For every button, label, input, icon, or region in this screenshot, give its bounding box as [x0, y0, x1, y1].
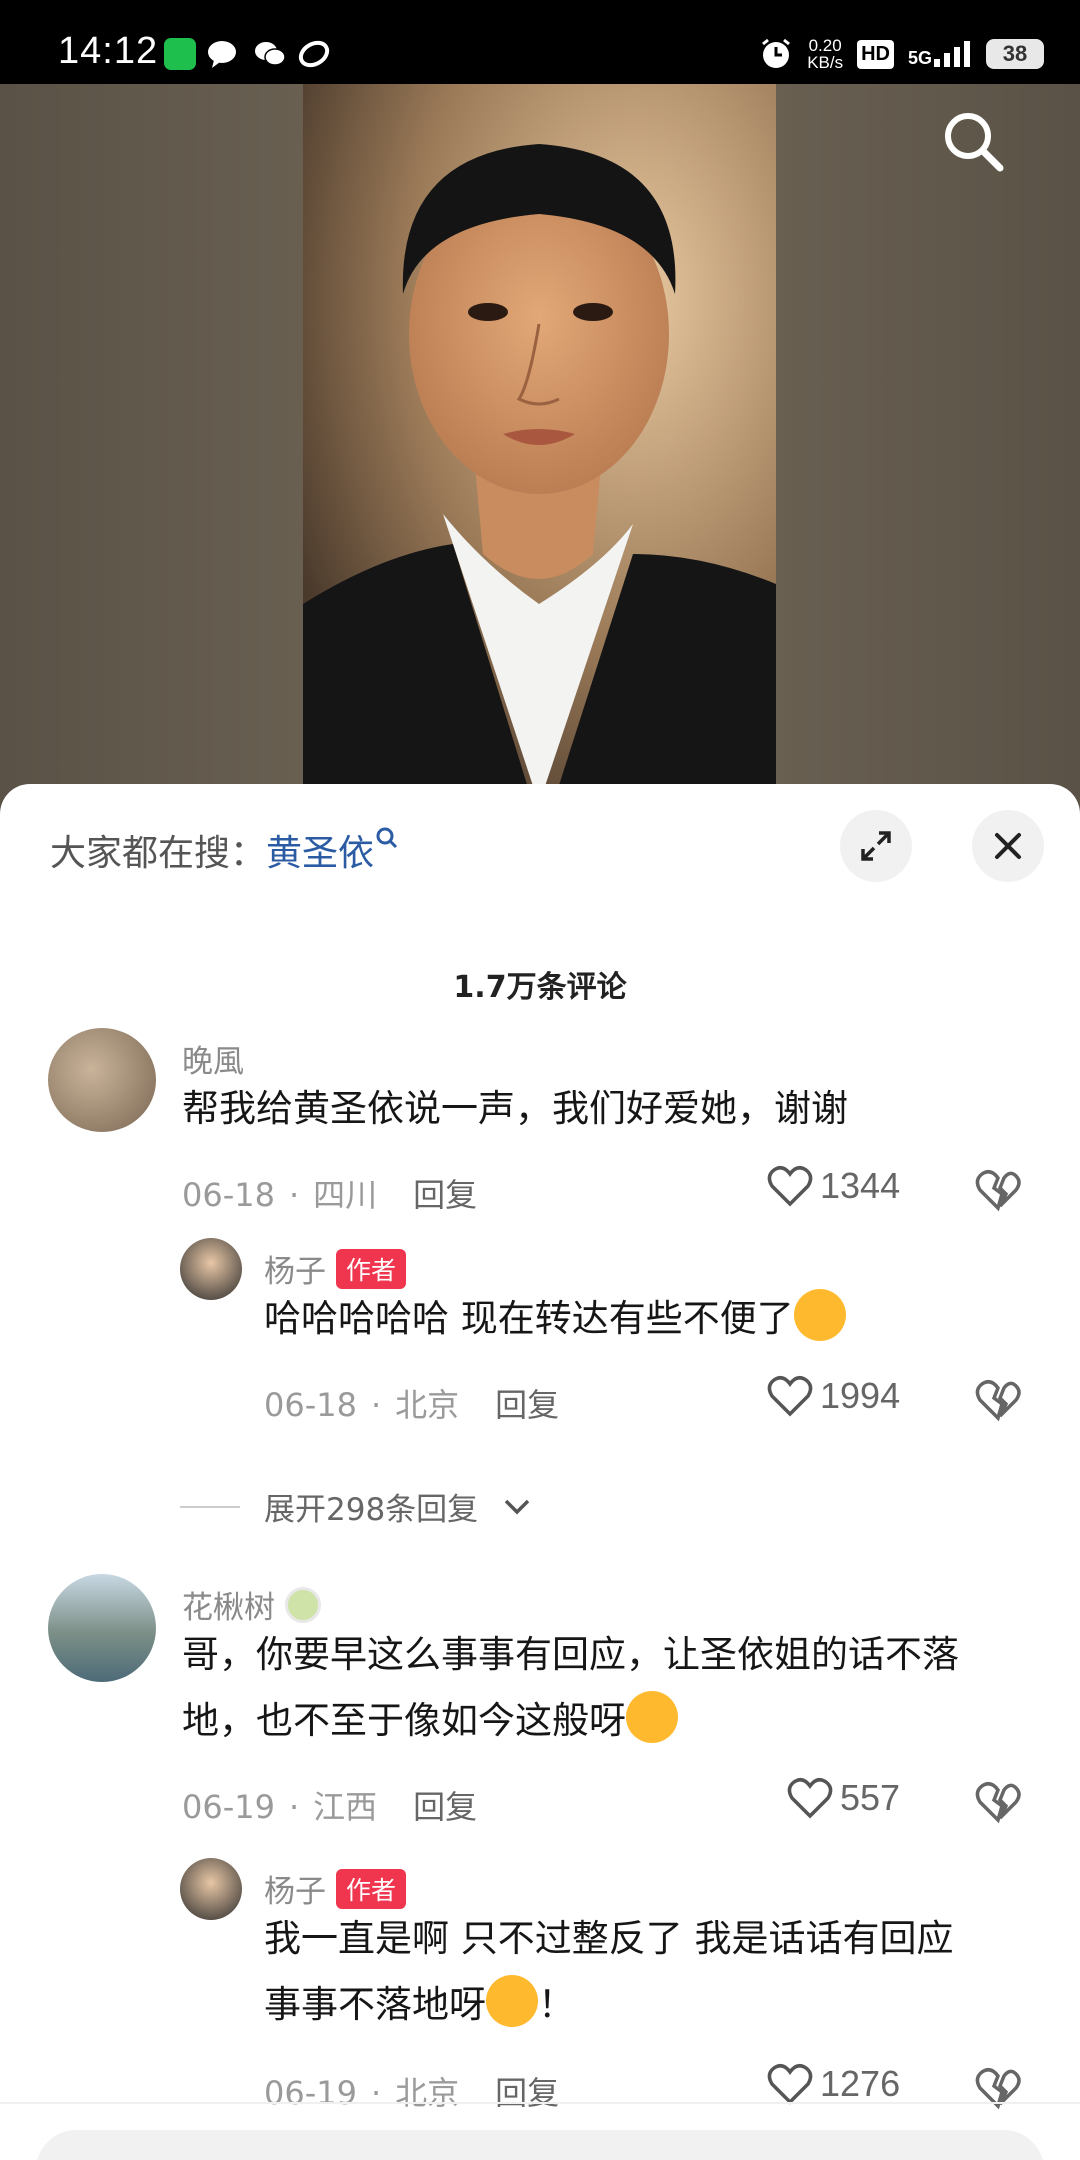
battery-indicator: 38: [986, 39, 1044, 69]
portrait-image: [303, 84, 776, 804]
comment-date: 06-18: [182, 1176, 275, 1214]
comment-text: 哥，你要早这么事事有回应，让圣依姐的话不落 地，也不至于像如今这般呀: [182, 1622, 959, 1754]
kiwi-emoji-icon: [285, 1586, 321, 1623]
comment-date: 06-19: [264, 2074, 357, 2112]
expand-divider: [180, 1505, 240, 1508]
avatar[interactable]: [48, 1028, 156, 1132]
comment-text-suffix: ！: [538, 1983, 575, 2026]
comment-location: 北京: [395, 1386, 460, 1424]
chevron-down-icon: [504, 1499, 530, 1514]
crying-emoji-icon: [486, 1975, 538, 2027]
reply-button[interactable]: 回复: [495, 2074, 559, 2112]
laughing-emoji-icon: [793, 1289, 846, 1341]
speed-unit: KB/s: [807, 53, 844, 72]
status-time: 14:12: [58, 30, 159, 72]
comment-text-content: 哈哈哈哈哈 现在转达有些不便了: [264, 1297, 794, 1340]
heart-icon: [767, 1376, 813, 1417]
comment-input[interactable]: [36, 2130, 1044, 2160]
trending-label: 大家都在搜：: [50, 833, 267, 874]
comment-location: 四川: [313, 1176, 378, 1214]
reply-button[interactable]: 回复: [413, 1176, 477, 1214]
like-count: 557: [840, 1777, 901, 1818]
comment-date: 06-18: [264, 1386, 357, 1424]
username[interactable]: 花楸树: [182, 1582, 321, 1627]
trending-term[interactable]: 黄圣依: [266, 833, 374, 874]
expand-replies-button[interactable]: 展开298条回复: [180, 1484, 532, 1529]
like-button[interactable]: 1344: [766, 1164, 900, 1208]
comment-text-line2: 事事不落地呀 ！: [264, 1972, 954, 2038]
alarm-icon: [762, 38, 791, 68]
close-button[interactable]: [972, 810, 1044, 882]
signal-indicator: 5G: [908, 41, 972, 67]
status-right: 0.20 KB/s HD 5G 38: [759, 34, 1044, 74]
like-button[interactable]: 557: [786, 1776, 900, 1820]
expand-button[interactable]: [840, 810, 912, 882]
username-text: 杨子: [264, 1254, 326, 1290]
trending-search[interactable]: 大家都在搜：黄圣依: [50, 824, 400, 876]
signal-bars-icon: [934, 41, 970, 67]
input-divider: [0, 2102, 1080, 2104]
expand-icon: [861, 831, 891, 861]
comment-text-line2-content: 地，也不至于像如今这般呀: [182, 1699, 626, 1742]
reply-button[interactable]: 回复: [495, 1386, 559, 1424]
comment-date: 06-19: [182, 1788, 275, 1826]
comment-text: 哈哈哈哈哈 现在转达有些不便了: [264, 1286, 846, 1352]
status-bar: 14:12 0.20 KB/s HD 5G 38: [0, 0, 1080, 84]
wechat-icon: [255, 42, 286, 66]
username[interactable]: 杨子 作者: [264, 1866, 407, 1911]
comment-location: 北京: [395, 2074, 460, 2112]
broken-heart-icon[interactable]: [974, 1378, 1022, 1422]
small-search-icon: [376, 827, 398, 849]
like-button[interactable]: 1276: [766, 2062, 900, 2106]
comment-meta: 06-18 · 四川 回复: [182, 1176, 478, 1214]
author-badge: 作者: [336, 1248, 407, 1289]
comment-text: 帮我给黄圣依说一声，我们好爱她，谢谢: [182, 1087, 848, 1130]
comment-text: 我一直是啊 只不过整反了 我是话话有回应 事事不落地呀 ！: [264, 1906, 954, 2038]
comment-text-line2-content: 事事不落地呀: [264, 1983, 486, 2026]
username[interactable]: 晚風: [182, 1036, 244, 1081]
comment-meta: 06-19 · 北京 回复: [264, 2074, 560, 2112]
username-text: 晚風: [182, 1044, 244, 1080]
network-speed: 0.20 KB/s: [807, 37, 843, 71]
speed-value: 0.20: [808, 36, 842, 55]
broken-heart-icon[interactable]: [974, 1780, 1022, 1824]
search-icon[interactable]: [938, 106, 1008, 176]
expand-label: 展开298条回复: [264, 1492, 479, 1528]
like-count: 1276: [820, 2063, 901, 2104]
like-count: 1344: [820, 1165, 901, 1206]
comment-text-line1: 哥，你要早这么事事有回应，让圣依姐的话不落: [182, 1633, 959, 1676]
username-text: 杨子: [264, 1874, 326, 1910]
heart-icon: [787, 1778, 833, 1819]
comment-location: 江西: [313, 1788, 378, 1826]
rolling-laughing-emoji-icon: [626, 1691, 678, 1743]
reply-button[interactable]: 回复: [413, 1788, 477, 1826]
app-icon: [298, 40, 330, 68]
avatar[interactable]: [180, 1858, 242, 1920]
network-type: 5G: [907, 48, 932, 68]
iqiyi-app-icon: [164, 38, 196, 70]
close-icon: [995, 833, 1021, 859]
message-icon: [208, 41, 236, 68]
comment-text-line1: 我一直是啊 只不过整反了 我是话话有回应: [264, 1917, 954, 1960]
comment-meta: 06-19 · 江西 回复: [182, 1788, 478, 1826]
avatar[interactable]: [48, 1574, 156, 1682]
heart-icon: [767, 1166, 813, 1207]
hd-indicator: HD: [857, 39, 894, 69]
video-frame: [303, 84, 776, 804]
username[interactable]: 杨子 作者: [264, 1246, 407, 1291]
like-count: 1994: [820, 1375, 901, 1416]
username-text: 花楸树: [182, 1590, 275, 1626]
avatar[interactable]: [180, 1238, 242, 1300]
video-player[interactable]: [0, 84, 1080, 824]
heart-icon: [767, 2064, 813, 2105]
comment-meta: 06-18 · 北京 回复: [264, 1386, 560, 1424]
comment-text-line2: 地，也不至于像如今这般呀: [182, 1688, 959, 1754]
broken-heart-icon[interactable]: [974, 1168, 1022, 1212]
like-button[interactable]: 1994: [766, 1374, 900, 1418]
author-badge: 作者: [336, 1868, 407, 1909]
comments-sheet: 大家都在搜：黄圣依 1.7万条评论 晚風 帮我给黄圣依说一声，我们好爱她，谢谢 …: [0, 784, 1080, 2160]
comment-count: 1.7万条评论: [453, 970, 627, 1005]
